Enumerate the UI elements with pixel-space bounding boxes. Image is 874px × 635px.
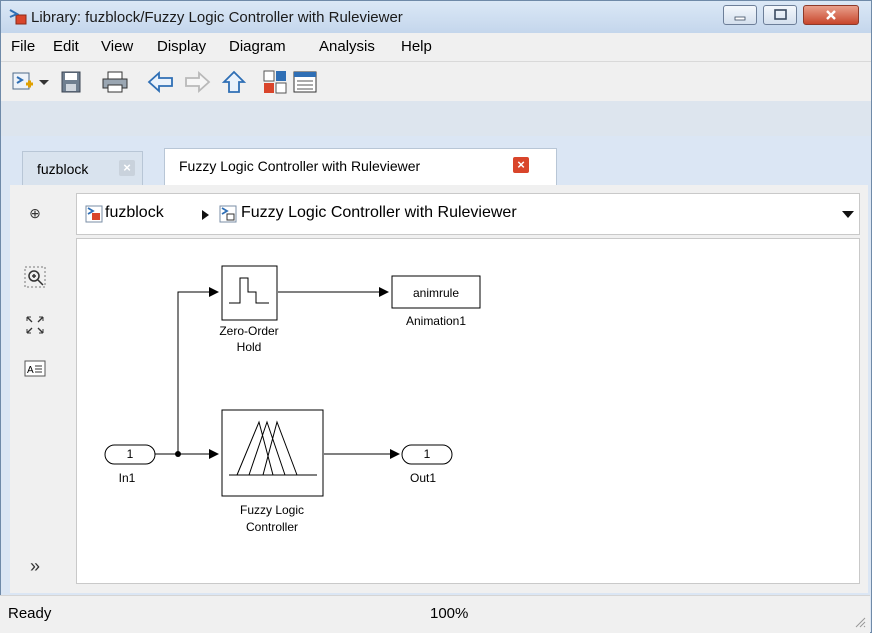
animation-block[interactable]: animrule Animation1 bbox=[391, 275, 481, 328]
tab-close-icon[interactable]: × bbox=[119, 160, 135, 176]
toolbar bbox=[1, 61, 871, 102]
zero-order-hold-block[interactable]: Zero-Order Hold bbox=[219, 265, 279, 354]
outport-out1[interactable]: 1 Out1 bbox=[401, 444, 453, 485]
address-bar[interactable]: fuzblock Fuzzy Logic Controller with Rul… bbox=[76, 193, 860, 235]
fit-to-view-icon[interactable] bbox=[22, 312, 48, 338]
outport-number: 1 bbox=[424, 447, 431, 461]
chevron-down-icon[interactable] bbox=[841, 210, 855, 220]
model-explorer-icon[interactable] bbox=[293, 70, 317, 94]
new-model-icon[interactable] bbox=[11, 70, 35, 94]
animation-block-text: animrule bbox=[413, 286, 459, 300]
close-icon bbox=[826, 10, 836, 20]
minimize-button[interactable] bbox=[723, 5, 757, 25]
menu-analysis[interactable]: Analysis bbox=[319, 38, 375, 55]
library-icon bbox=[85, 205, 103, 223]
flc-label-line2: Controller bbox=[246, 520, 298, 534]
close-window-button[interactable] bbox=[803, 5, 859, 25]
tab-strip bbox=[1, 101, 871, 136]
block-diagram: 1 In1 Zero-Order Hold animrule Animation… bbox=[104, 265, 481, 534]
zoh-label-line1: Zero-Order bbox=[219, 324, 278, 338]
subsystem-icon bbox=[219, 205, 237, 223]
flc-label-line1: Fuzzy Logic bbox=[240, 503, 304, 517]
zoom-level: 100% bbox=[430, 605, 469, 622]
up-arrow-icon[interactable] bbox=[221, 70, 247, 94]
tab-fuzblock[interactable]: fuzblock × bbox=[22, 151, 143, 185]
forward-arrow-icon[interactable] bbox=[183, 70, 211, 94]
outport-label: Out1 bbox=[410, 471, 436, 485]
back-arrow-icon[interactable] bbox=[147, 70, 175, 94]
minimize-icon bbox=[734, 16, 746, 21]
signal-line-to-zoh[interactable] bbox=[177, 287, 219, 454]
title-bar: Library: fuzblock/Fuzzy Logic Controller… bbox=[1, 1, 871, 33]
menu-display[interactable]: Display bbox=[157, 38, 206, 55]
chevron-down-icon[interactable] bbox=[37, 70, 51, 94]
animation-label: Animation1 bbox=[406, 314, 466, 328]
tab-close-icon[interactable]: × bbox=[513, 157, 529, 173]
print-icon[interactable] bbox=[101, 70, 129, 94]
status-bar: Ready 100% bbox=[0, 595, 870, 633]
breadcrumb-current[interactable]: Fuzzy Logic Controller with Ruleviewer bbox=[241, 204, 517, 222]
fuzzy-logic-controller-block[interactable]: Fuzzy Logic Controller bbox=[221, 409, 324, 534]
diagram-canvas[interactable]: 1 In1 Zero-Order Hold animrule Animation… bbox=[76, 238, 860, 584]
inport-label: In1 bbox=[119, 471, 136, 485]
window-title: Library: fuzblock/Fuzzy Logic Controller… bbox=[31, 9, 403, 26]
svg-text:A: A bbox=[27, 365, 34, 376]
save-icon[interactable] bbox=[59, 70, 83, 94]
annotation-icon[interactable]: A bbox=[22, 356, 48, 382]
menu-diagram[interactable]: Diagram bbox=[229, 38, 286, 55]
text-annotation-icon: A bbox=[24, 360, 46, 377]
tab-label: Fuzzy Logic Controller with Ruleviewer bbox=[179, 158, 421, 174]
maximize-icon bbox=[774, 9, 787, 20]
tab-label: fuzblock bbox=[37, 161, 89, 177]
menu-file[interactable]: File bbox=[11, 38, 35, 55]
resize-grip-icon[interactable] bbox=[854, 616, 866, 628]
expand-palette-icon[interactable]: » bbox=[22, 553, 48, 579]
inport-number: 1 bbox=[127, 447, 134, 461]
maximize-button[interactable] bbox=[763, 5, 797, 25]
zoom-icon[interactable] bbox=[22, 264, 48, 290]
status-text: Ready bbox=[8, 605, 52, 622]
breadcrumb-separator-icon bbox=[202, 210, 209, 220]
zoh-label-line2: Hold bbox=[237, 340, 262, 354]
simulink-library-icon bbox=[9, 9, 27, 25]
fit-icon bbox=[26, 316, 44, 334]
menu-help[interactable]: Help bbox=[401, 38, 432, 55]
menu-bar: File Edit View Display Diagram Analysis … bbox=[1, 33, 871, 61]
breadcrumb-root[interactable]: fuzblock bbox=[105, 204, 164, 222]
menu-view[interactable]: View bbox=[101, 38, 133, 55]
tab-fuzzy-logic-controller[interactable]: Fuzzy Logic Controller with Ruleviewer × bbox=[164, 148, 557, 185]
zoom-in-icon bbox=[24, 266, 46, 288]
hide-browser-icon[interactable]: ⊕ bbox=[22, 200, 48, 226]
inport-in1[interactable]: 1 In1 bbox=[104, 444, 156, 485]
library-browser-icon[interactable] bbox=[263, 70, 287, 94]
menu-edit[interactable]: Edit bbox=[53, 38, 79, 55]
